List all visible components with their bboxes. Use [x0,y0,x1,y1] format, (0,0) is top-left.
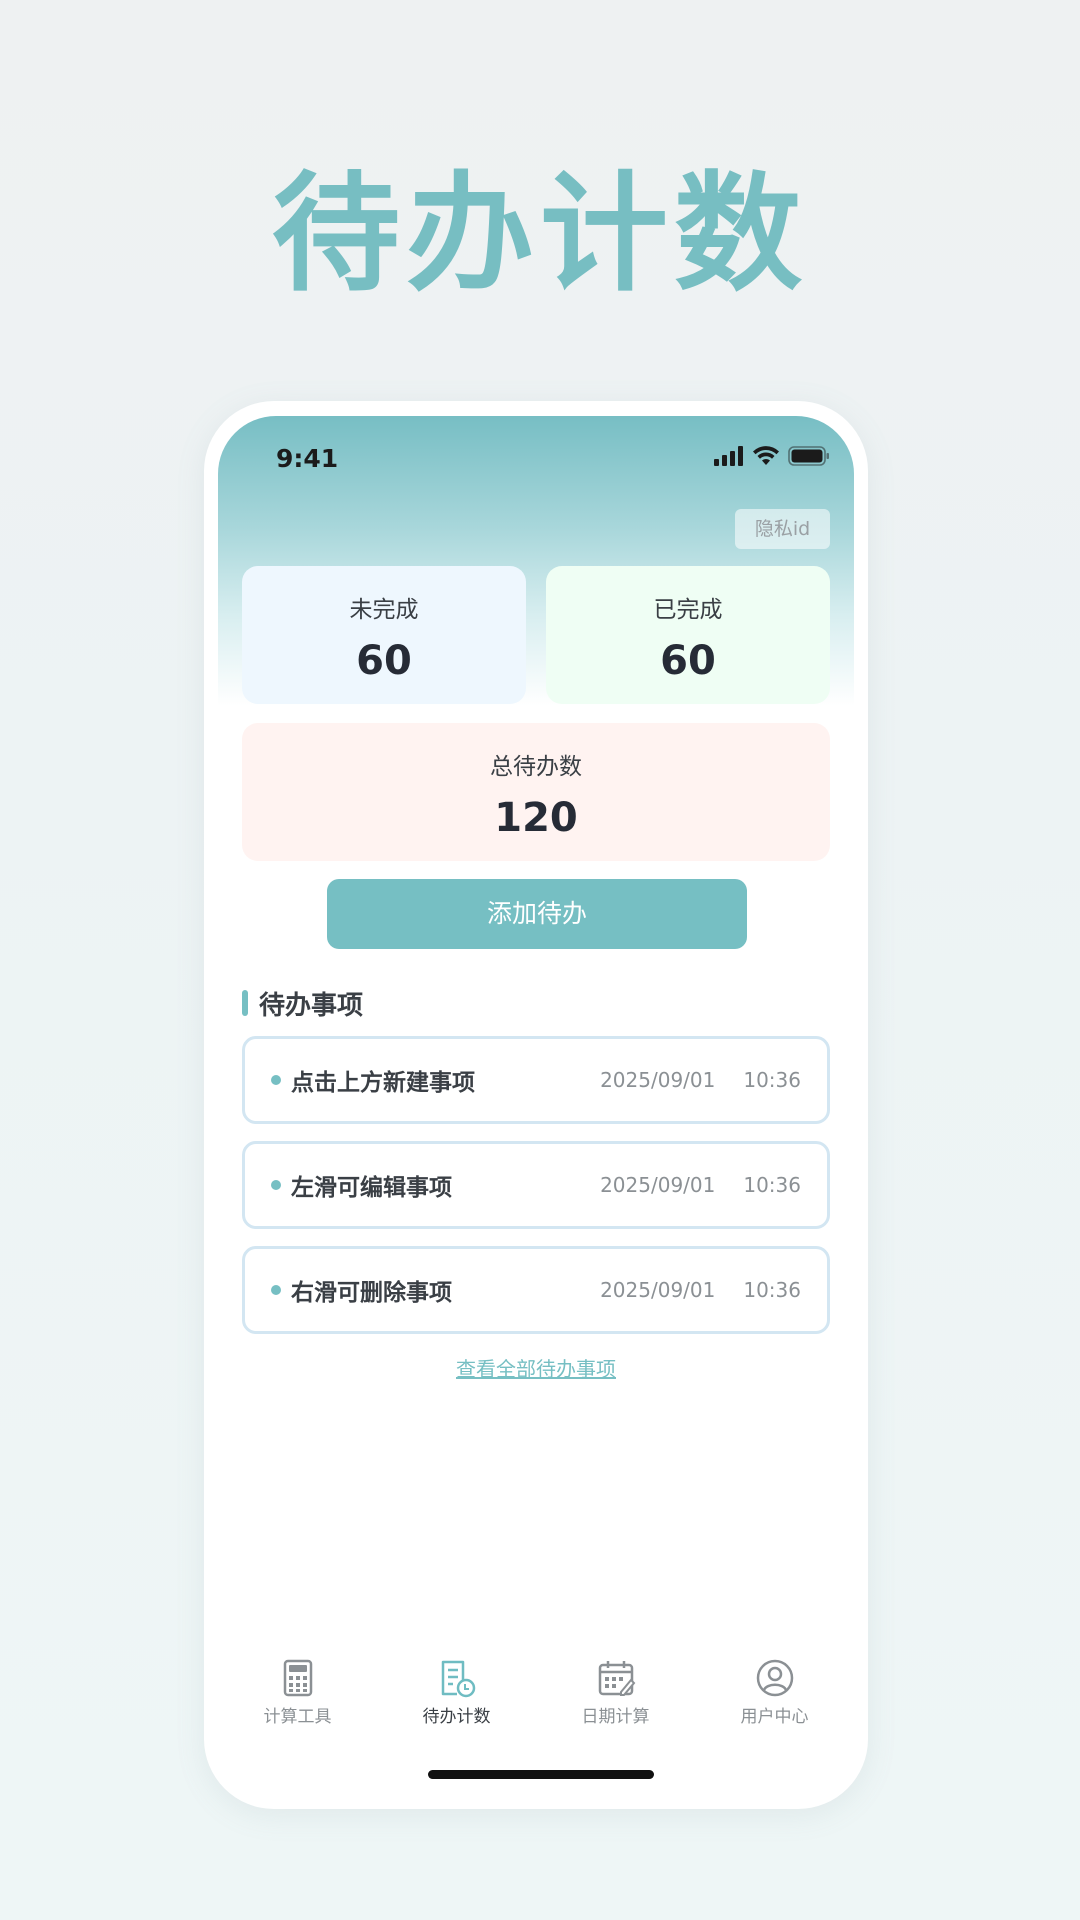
phone-screen: 9:41 隐私id 未完成 60 已完成 60 总待办数 120 添加待办 待办… [218,416,854,1794]
status-time: 9:41 [276,444,339,473]
tab-label: 日期计算 [581,1707,650,1727]
add-todo-button[interactable]: 添加待办 [327,879,747,949]
todo-date: 2025/09/01 [600,1068,716,1092]
bullet-dot-icon [271,1075,281,1085]
bullet-dot-icon [271,1285,281,1295]
done-value: 60 [660,638,716,684]
pending-stat-card: 未完成 60 [242,566,526,704]
todo-text: 右滑可删除事项 [291,1280,452,1306]
todo-time: 10:36 [743,1278,801,1302]
pending-value: 60 [356,638,412,684]
done-label: 已完成 [653,597,723,623]
calculator-icon [283,1659,312,1697]
view-all-todos-link[interactable]: 查看全部待办事项 [218,1353,854,1382]
todo-date: 2025/09/01 [600,1173,716,1197]
bullet-dot-icon [271,1180,281,1190]
status-icons [714,446,830,466]
tab-todo-count[interactable]: 待办计数 [377,1658,536,1748]
home-indicator [428,1770,654,1779]
todo-list: 点击上方新建事项 2025/09/01 10:36 左滑可编辑事项 2025/0… [242,1036,830,1351]
tab-label: 待办计数 [422,1707,491,1727]
done-stat-card: 已完成 60 [546,566,830,704]
user-icon [756,1659,793,1697]
calendar-icon [598,1661,635,1696]
todo-text: 点击上方新建事项 [291,1070,475,1096]
wifi-icon [753,446,779,465]
bottom-tab-bar: 计算工具 待办计数 日期计算 用户中心 [218,1658,854,1748]
section-header: 待办事项 [242,988,363,1021]
battery-icon [788,446,829,466]
section-title: 待办事项 [259,990,364,1021]
phone-frame: 9:41 隐私id 未完成 60 已完成 60 总待办数 120 添加待办 待办… [204,401,868,1809]
todo-date: 2025/09/01 [600,1278,716,1302]
pending-label: 未完成 [349,597,419,623]
total-value: 120 [494,795,578,841]
todo-item[interactable]: 点击上方新建事项 2025/09/01 10:36 [242,1036,830,1124]
total-stat-card: 总待办数 120 [242,723,830,861]
todo-list-icon [441,1660,475,1698]
status-bar: 9:41 [218,416,854,496]
todo-item[interactable]: 左滑可编辑事项 2025/09/01 10:36 [242,1141,830,1229]
todo-time: 10:36 [743,1173,801,1197]
tab-label: 计算工具 [263,1707,332,1727]
tab-label: 用户中心 [740,1707,809,1727]
signal-icon [714,446,743,466]
tab-user-center[interactable]: 用户中心 [695,1658,854,1748]
total-label: 总待办数 [490,754,582,780]
hero-title: 待办计数 [271,160,808,309]
todo-text: 左滑可编辑事项 [291,1175,452,1201]
todo-time: 10:36 [743,1068,801,1092]
todo-item[interactable]: 右滑可删除事项 2025/09/01 10:36 [242,1246,830,1334]
tab-calculator[interactable]: 计算工具 [218,1658,377,1748]
tab-date-calc[interactable]: 日期计算 [536,1658,695,1748]
section-accent-bar [242,990,248,1016]
privacy-id-button[interactable]: 隐私id [735,509,830,549]
